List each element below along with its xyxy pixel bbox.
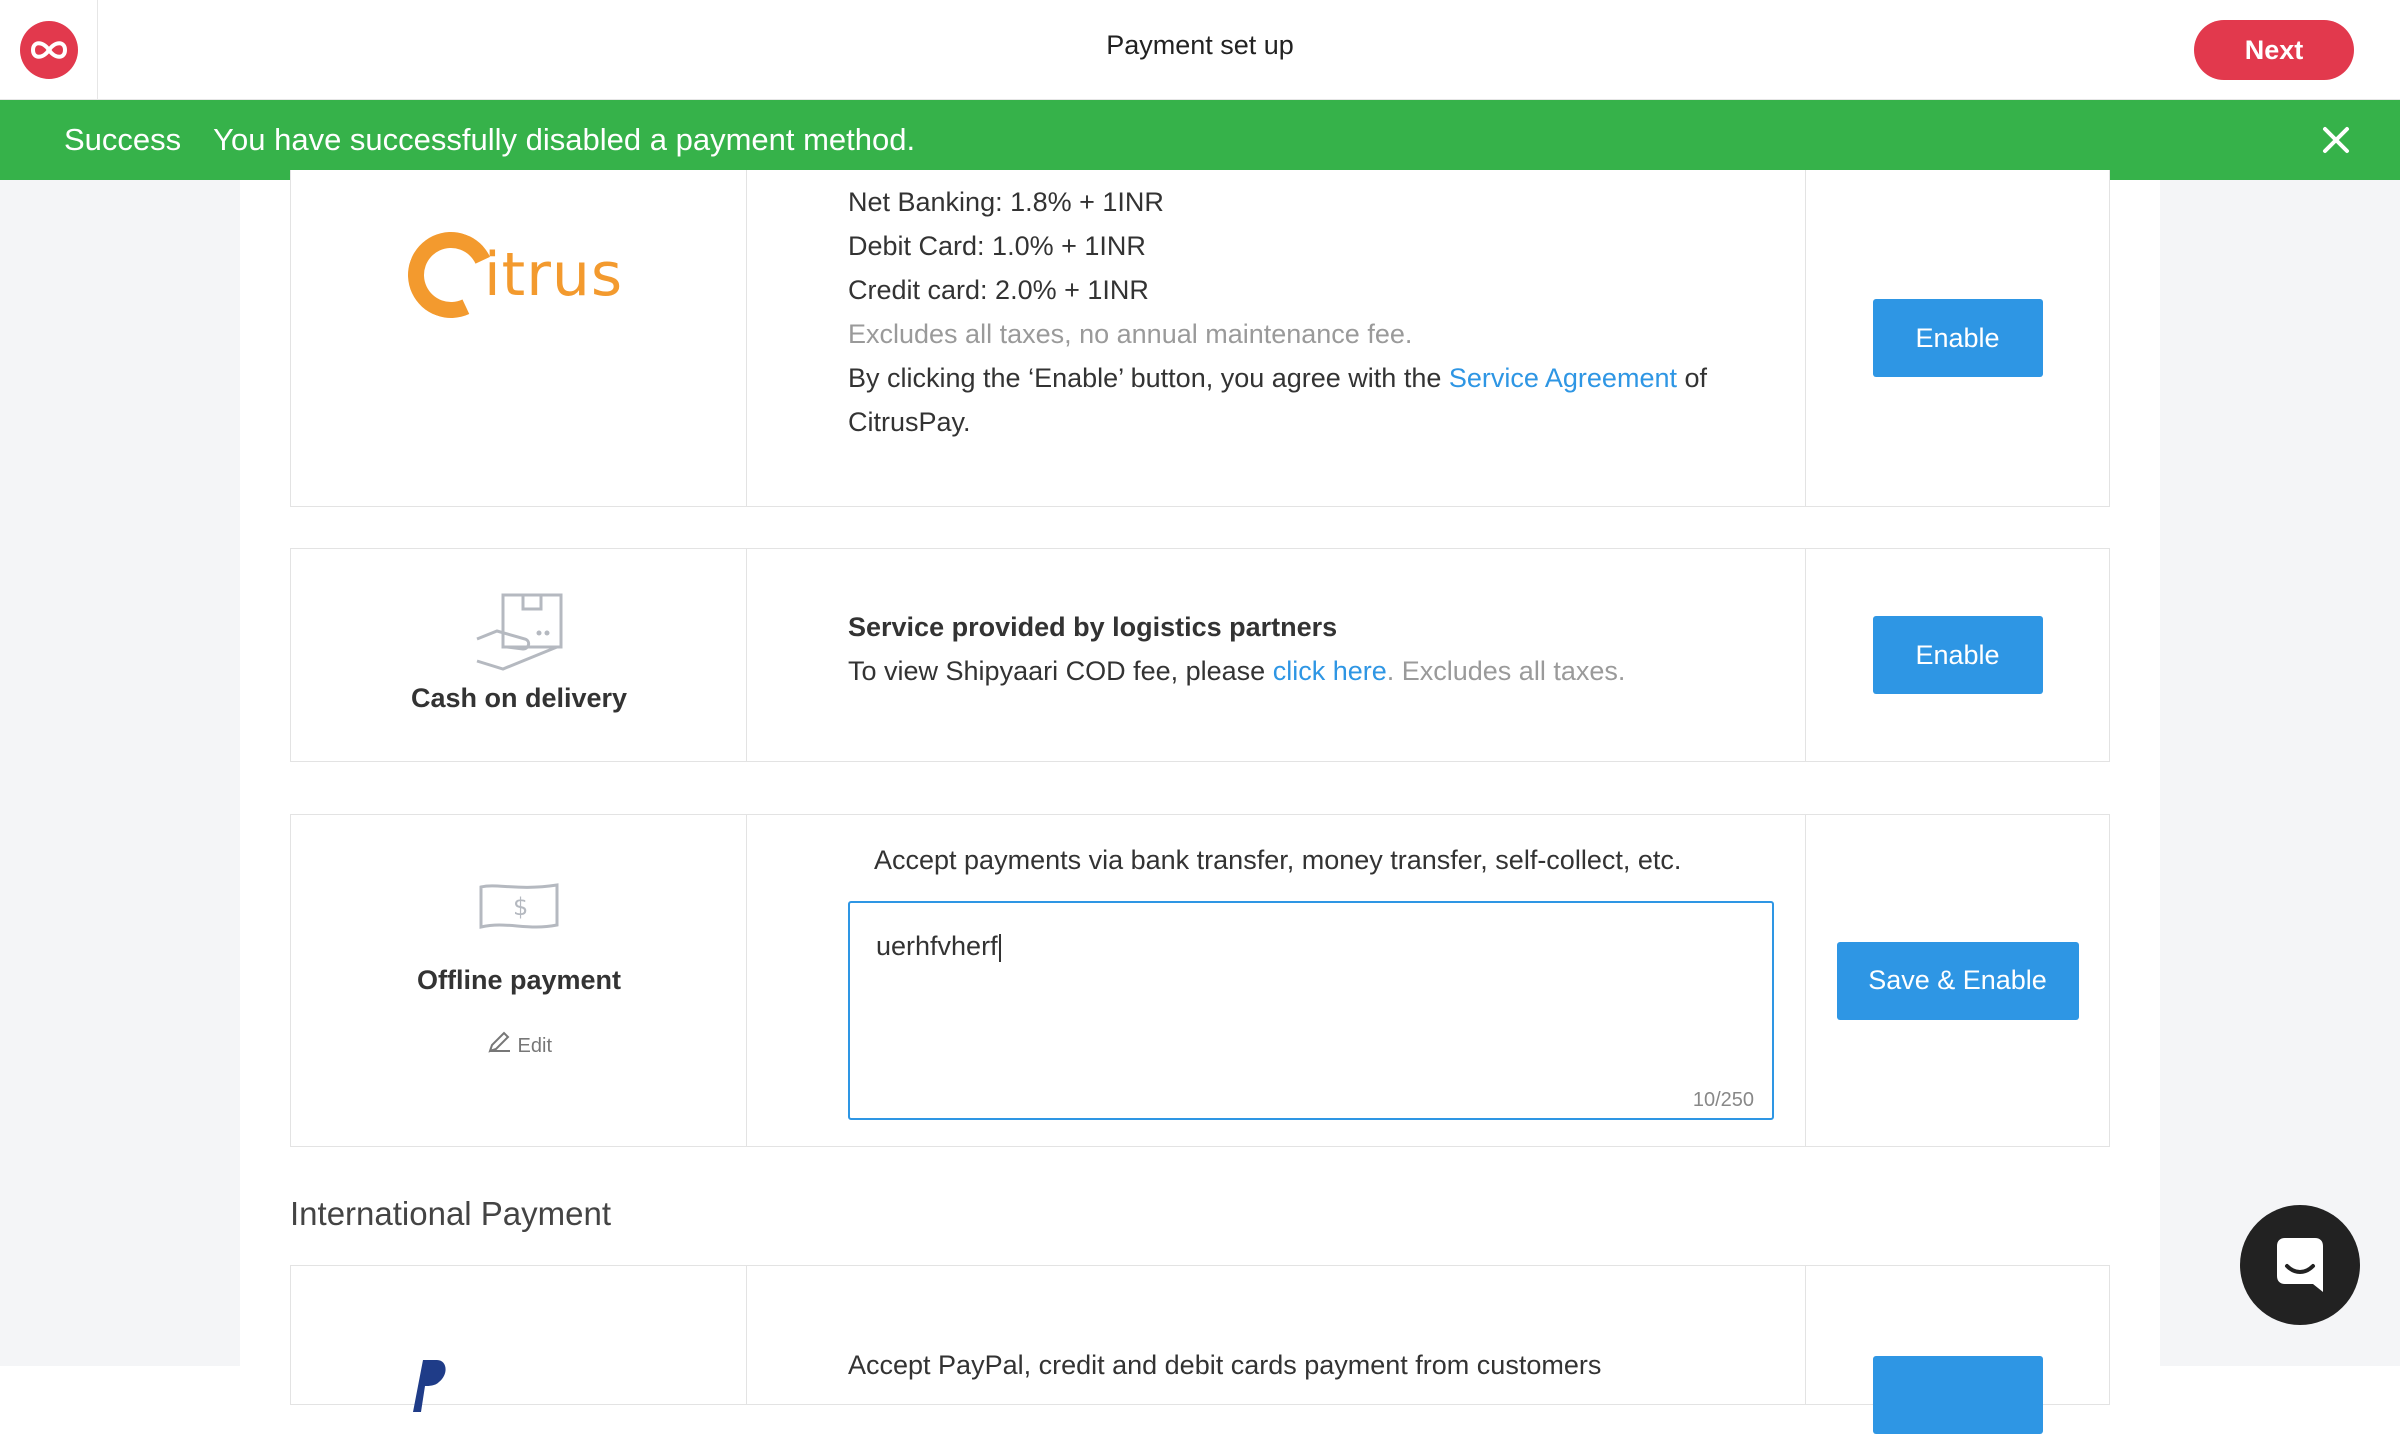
- offline-input-value: uerhfvherf: [876, 931, 998, 961]
- cod-name: Cash on delivery: [410, 683, 628, 713]
- offline-caption: Accept payments via bank transfer, money…: [874, 845, 1682, 875]
- citrus-fee-line: Credit card: 2.0% + 1INR: [848, 275, 1149, 305]
- offline-instructions-input[interactable]: uerhfvherf 10/250: [848, 901, 1774, 1120]
- enable-international-button[interactable]: [1873, 1356, 2043, 1434]
- international-action-cell: [1805, 1266, 2109, 1434]
- text-caret: [998, 933, 1001, 962]
- citrus-action-cell: Enable: [1805, 170, 2109, 506]
- offline-payment-card: $ Offline payment Edit Accept payments v…: [290, 814, 2110, 1147]
- service-agreement-link[interactable]: Service Agreement: [1449, 363, 1677, 393]
- offline-action-cell: Save & Enable: [1805, 815, 2109, 1146]
- save-enable-offline-button[interactable]: Save & Enable: [1836, 941, 2079, 1020]
- hand-box-icon: [476, 593, 563, 671]
- citrus-c-icon: [395, 219, 507, 331]
- pencil-icon: [488, 1031, 510, 1053]
- success-banner: Success You have successfully disabled a…: [0, 100, 2400, 180]
- citrus-tax-note: Excludes all taxes, no annual maintenanc…: [848, 319, 1413, 349]
- citrus-agreement: By clicking the ‘Enable’ button, you agr…: [848, 356, 1748, 400]
- chat-support-button[interactable]: [2240, 1205, 2360, 1325]
- cod-logo-cell: Cash on delivery: [291, 549, 747, 761]
- international-payment-card: Accept PayPal, credit and debit cards pa…: [290, 1265, 2110, 1434]
- page-title: Payment set up: [1106, 30, 1294, 60]
- money-note-icon: $: [479, 883, 559, 929]
- citrus-fee-line: Debit Card: 1.0% + 1INR: [848, 231, 1146, 261]
- offline-name: Offline payment: [416, 965, 622, 995]
- banner-status: Success: [64, 122, 182, 157]
- paypal-icon: [413, 1360, 446, 1412]
- svg-text:$: $: [513, 893, 528, 921]
- citrus-payment-card: itrus Net Banking: 1.8% + 1INR Debit Car…: [290, 170, 2110, 507]
- cod-payment-card: Cash on delivery Service provided by log…: [290, 548, 2110, 762]
- banner-message: You have successfully disabled a payment…: [213, 122, 916, 157]
- chat-icon: [2277, 1238, 2323, 1292]
- offline-logo-cell: $ Offline payment Edit: [291, 815, 747, 1146]
- edit-offline-link[interactable]: Edit: [291, 1029, 747, 1058]
- enable-cod-button[interactable]: Enable: [1872, 616, 2043, 694]
- citrus-logo: itrus: [395, 219, 624, 331]
- cod-title: Service provided by logistics partners: [848, 612, 1338, 642]
- international-section-title: International Payment: [290, 1195, 612, 1232]
- agreement-suffix: of: [1676, 363, 1708, 393]
- cod-subtitle: To view Shipyaari COD fee, please click …: [848, 656, 1625, 687]
- enable-citrus-button[interactable]: Enable: [1872, 299, 2043, 377]
- paypal-logo-cell: [291, 1266, 747, 1412]
- cod-sub-prefix: To view Shipyaari COD fee, please: [848, 656, 1273, 686]
- offline-input-text: uerhfvherf: [876, 931, 1001, 962]
- close-icon[interactable]: [2320, 124, 2352, 156]
- citrus-agreement-tail: CitrusPay.: [848, 407, 971, 437]
- character-count: 10/250: [1692, 1089, 1754, 1111]
- citrus-logo-text: itrus: [484, 240, 624, 310]
- citrus-description: Net Banking: 1.8% + 1INR Debit Card: 1.0…: [848, 180, 1748, 444]
- citrus-fee-line: Net Banking: 1.8% + 1INR: [848, 187, 1164, 217]
- top-bar: Payment set up Next: [0, 0, 2400, 100]
- citrus-logo-cell: itrus: [291, 170, 747, 506]
- next-button[interactable]: Next: [2194, 20, 2354, 80]
- cod-action-cell: Enable: [1805, 549, 2109, 761]
- edit-label: Edit: [517, 1035, 553, 1057]
- payment-methods-list: itrus Net Banking: 1.8% + 1INR Debit Car…: [240, 170, 2160, 1434]
- cod-sub-suffix: . Excludes all taxes.: [1386, 656, 1626, 686]
- agreement-prefix: By clicking the ‘Enable’ button, you agr…: [848, 363, 1449, 393]
- cod-fee-link[interactable]: click here: [1273, 656, 1387, 686]
